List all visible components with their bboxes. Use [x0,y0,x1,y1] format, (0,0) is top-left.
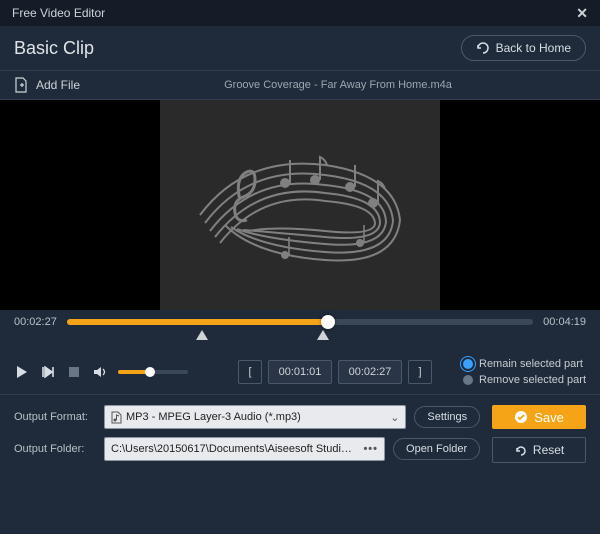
add-file-row: Add File Groove Coverage - Far Away From… [0,70,600,100]
music-notes-icon [185,125,415,285]
step-icon[interactable] [40,364,56,380]
add-file-icon [14,77,28,93]
current-time: 00:02:27 [14,316,57,328]
in-time-field[interactable]: 00:01:01 [268,360,332,384]
remove-label: Remove selected part [479,374,586,386]
set-out-button[interactable]: ] [408,360,432,384]
close-icon[interactable]: ✕ [576,5,588,22]
trim-controls: [ 00:01:01 00:02:27 ] [238,360,432,384]
preview-canvas[interactable] [160,100,440,310]
trim-in-handle[interactable] [196,330,208,340]
format-select[interactable]: MP3 - MPEG Layer-3 Audio (*.mp3) ⌄ [104,405,406,429]
selection-options: Remain selected part Remove selected par… [463,358,586,386]
back-home-button[interactable]: Back to Home [461,35,586,61]
open-folder-button[interactable]: Open Folder [393,438,480,460]
header: Basic Clip Back to Home [0,26,600,70]
check-icon [514,410,528,424]
controls-row: [ 00:01:01 00:02:27 ] Remain selected pa… [0,350,600,394]
radio-dot-icon [463,359,473,369]
browse-icon[interactable]: ••• [363,443,378,455]
save-label: Save [534,410,564,425]
current-file-name: Groove Coverage - Far Away From Home.m4a [90,79,586,91]
volume-slider[interactable] [118,370,188,374]
music-file-icon [111,411,122,424]
reset-button[interactable]: Reset [492,437,586,463]
action-buttons: Save Reset [492,405,586,463]
trim-handles [14,330,586,344]
add-file-label: Add File [36,78,80,92]
folder-input[interactable]: C:\Users\20150617\Documents\Aiseesoft St… [104,437,385,461]
seek-track[interactable] [67,319,533,325]
add-file-button[interactable]: Add File [14,77,80,93]
remain-radio[interactable]: Remain selected part [463,358,586,370]
remove-radio[interactable]: Remove selected part [463,374,586,386]
play-icon[interactable] [14,364,30,380]
playback-controls [14,364,188,380]
save-button[interactable]: Save [492,405,586,429]
back-icon [476,42,490,54]
back-home-label: Back to Home [496,41,571,55]
settings-button[interactable]: Settings [414,406,480,428]
title-bar: Free Video Editor ✕ [0,0,600,26]
volume-thumb[interactable] [145,367,155,377]
timeline: 00:02:27 00:04:19 [0,310,600,350]
output-settings: Output Format: MP3 - MPEG Layer-3 Audio … [14,405,480,463]
trim-out-handle[interactable] [317,330,329,340]
stop-icon[interactable] [66,364,82,380]
reset-icon [514,444,527,457]
volume-icon[interactable] [92,364,108,380]
preview-area [0,100,600,310]
set-in-button[interactable]: [ [238,360,262,384]
page-title: Basic Clip [14,38,94,59]
chevron-down-icon: ⌄ [390,411,399,424]
seek-thumb[interactable] [321,315,335,329]
folder-value: C:\Users\20150617\Documents\Aiseesoft St… [111,443,358,455]
radio-dot-icon [463,375,473,385]
app-title: Free Video Editor [12,6,105,20]
out-time-field[interactable]: 00:02:27 [338,360,402,384]
footer: Output Format: MP3 - MPEG Layer-3 Audio … [0,394,600,473]
seek-fill [67,319,328,325]
reset-label: Reset [533,443,564,457]
remain-label: Remain selected part [479,358,583,370]
format-value: MP3 - MPEG Layer-3 Audio (*.mp3) [126,411,301,423]
folder-label: Output Folder: [14,443,96,455]
total-time: 00:04:19 [543,316,586,328]
format-label: Output Format: [14,411,96,423]
